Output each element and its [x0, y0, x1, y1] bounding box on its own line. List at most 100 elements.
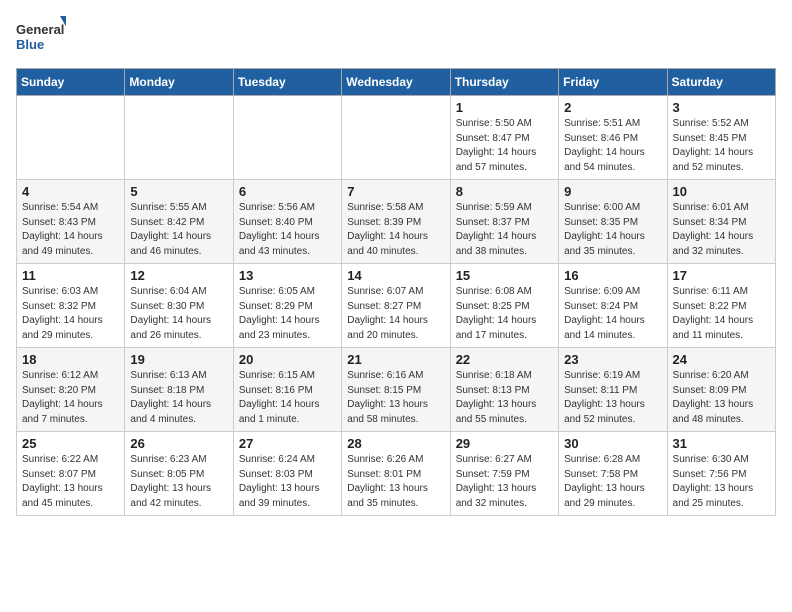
dow-header: Thursday — [450, 69, 558, 96]
calendar-cell: 5 Sunrise: 5:55 AM Sunset: 8:42 PM Daylig… — [125, 180, 233, 264]
calendar-cell: 8 Sunrise: 5:59 AM Sunset: 8:37 PM Daylig… — [450, 180, 558, 264]
day-number: 29 — [456, 436, 553, 451]
day-number: 27 — [239, 436, 336, 451]
day-number: 1 — [456, 100, 553, 115]
dow-header: Monday — [125, 69, 233, 96]
calendar-cell: 26 Sunrise: 6:23 AM Sunset: 8:05 PM Dayli… — [125, 432, 233, 516]
calendar-cell: 15 Sunrise: 6:08 AM Sunset: 8:25 PM Dayli… — [450, 264, 558, 348]
calendar-cell: 11 Sunrise: 6:03 AM Sunset: 8:32 PM Dayli… — [17, 264, 125, 348]
calendar-cell: 9Sunrise: 6:00 AM Sunset: 8:35 PM Daylig… — [559, 180, 667, 264]
day-info: Sunrise: 6:24 AM Sunset: 8:03 PM Dayligh… — [239, 453, 336, 511]
calendar-cell — [17, 96, 125, 180]
day-number: 8 — [456, 184, 553, 199]
calendar-cell: 10 Sunrise: 6:01 AM Sunset: 8:34 PM Dayli… — [667, 180, 775, 264]
calendar-cell: 24 Sunrise: 6:20 AM Sunset: 8:09 PM Dayli… — [667, 348, 775, 432]
day-number: 12 — [130, 268, 227, 283]
day-info: Sunrise: 6:26 AM Sunset: 8:01 PM Dayligh… — [347, 453, 444, 511]
calendar-cell: 16Sunrise: 6:09 AM Sunset: 8:24 PM Dayli… — [559, 264, 667, 348]
day-info: Sunrise: 6:28 AM Sunset: 7:58 PM Dayligh… — [564, 453, 661, 511]
page-header: General Blue — [16, 16, 776, 58]
calendar-cell: 31 Sunrise: 6:30 AM Sunset: 7:56 PM Dayli… — [667, 432, 775, 516]
day-info: Sunrise: 6:00 AM Sunset: 8:35 PM Dayligh… — [564, 201, 661, 259]
day-info: Sunrise: 5:59 AM Sunset: 8:37 PM Dayligh… — [456, 201, 553, 259]
day-info: Sunrise: 6:12 AM Sunset: 8:20 PM Dayligh… — [22, 369, 119, 427]
day-number: 30 — [564, 436, 661, 451]
day-info: Sunrise: 6:23 AM Sunset: 8:05 PM Dayligh… — [130, 453, 227, 511]
calendar-cell: 21Sunrise: 6:16 AM Sunset: 8:15 PM Dayli… — [342, 348, 450, 432]
day-info: Sunrise: 6:30 AM Sunset: 7:56 PM Dayligh… — [673, 453, 770, 511]
day-number: 31 — [673, 436, 770, 451]
day-number: 21 — [347, 352, 444, 367]
day-info: Sunrise: 5:52 AM Sunset: 8:45 PM Dayligh… — [673, 117, 770, 175]
day-info: Sunrise: 6:05 AM Sunset: 8:29 PM Dayligh… — [239, 285, 336, 343]
dow-header: Tuesday — [233, 69, 341, 96]
calendar-cell: 2 Sunrise: 5:51 AM Sunset: 8:46 PM Daylig… — [559, 96, 667, 180]
day-info: Sunrise: 6:15 AM Sunset: 8:16 PM Dayligh… — [239, 369, 336, 427]
day-number: 4 — [22, 184, 119, 199]
day-info: Sunrise: 6:09 AM Sunset: 8:24 PM Dayligh… — [564, 285, 661, 343]
svg-text:General: General — [16, 22, 64, 37]
day-info: Sunrise: 6:03 AM Sunset: 8:32 PM Dayligh… — [22, 285, 119, 343]
day-number: 25 — [22, 436, 119, 451]
calendar-cell: 17Sunrise: 6:11 AM Sunset: 8:22 PM Dayli… — [667, 264, 775, 348]
day-info: Sunrise: 6:13 AM Sunset: 8:18 PM Dayligh… — [130, 369, 227, 427]
calendar-cell: 6 Sunrise: 5:56 AM Sunset: 8:40 PM Daylig… — [233, 180, 341, 264]
day-number: 10 — [673, 184, 770, 199]
day-info: Sunrise: 5:54 AM Sunset: 8:43 PM Dayligh… — [22, 201, 119, 259]
calendar-cell: 20 Sunrise: 6:15 AM Sunset: 8:16 PM Dayli… — [233, 348, 341, 432]
svg-text:Blue: Blue — [16, 37, 44, 52]
day-info: Sunrise: 6:07 AM Sunset: 8:27 PM Dayligh… — [347, 285, 444, 343]
day-number: 2 — [564, 100, 661, 115]
day-number: 6 — [239, 184, 336, 199]
day-info: Sunrise: 5:50 AM Sunset: 8:47 PM Dayligh… — [456, 117, 553, 175]
dow-header: Friday — [559, 69, 667, 96]
logo-svg: General Blue — [16, 16, 66, 58]
day-info: Sunrise: 6:18 AM Sunset: 8:13 PM Dayligh… — [456, 369, 553, 427]
day-info: Sunrise: 6:08 AM Sunset: 8:25 PM Dayligh… — [456, 285, 553, 343]
day-number: 13 — [239, 268, 336, 283]
calendar-cell: 30 Sunrise: 6:28 AM Sunset: 7:58 PM Dayli… — [559, 432, 667, 516]
calendar-cell: 14 Sunrise: 6:07 AM Sunset: 8:27 PM Dayli… — [342, 264, 450, 348]
calendar-cell — [342, 96, 450, 180]
day-number: 14 — [347, 268, 444, 283]
calendar-cell: 28 Sunrise: 6:26 AM Sunset: 8:01 PM Dayli… — [342, 432, 450, 516]
day-info: Sunrise: 6:20 AM Sunset: 8:09 PM Dayligh… — [673, 369, 770, 427]
day-number: 19 — [130, 352, 227, 367]
calendar-table: SundayMondayTuesdayWednesdayThursdayFrid… — [16, 68, 776, 516]
day-number: 23 — [564, 352, 661, 367]
dow-header: Sunday — [17, 69, 125, 96]
day-number: 11 — [22, 268, 119, 283]
day-number: 24 — [673, 352, 770, 367]
day-info: Sunrise: 6:04 AM Sunset: 8:30 PM Dayligh… — [130, 285, 227, 343]
day-number: 5 — [130, 184, 227, 199]
calendar-cell: 12 Sunrise: 6:04 AM Sunset: 8:30 PM Dayli… — [125, 264, 233, 348]
calendar-cell: 23 Sunrise: 6:19 AM Sunset: 8:11 PM Dayli… — [559, 348, 667, 432]
calendar-cell: 19 Sunrise: 6:13 AM Sunset: 8:18 PM Dayli… — [125, 348, 233, 432]
day-info: Sunrise: 5:56 AM Sunset: 8:40 PM Dayligh… — [239, 201, 336, 259]
day-number: 18 — [22, 352, 119, 367]
calendar-cell: 13 Sunrise: 6:05 AM Sunset: 8:29 PM Dayli… — [233, 264, 341, 348]
day-number: 26 — [130, 436, 227, 451]
day-number: 28 — [347, 436, 444, 451]
calendar-cell: 18 Sunrise: 6:12 AM Sunset: 8:20 PM Dayli… — [17, 348, 125, 432]
day-info: Sunrise: 5:55 AM Sunset: 8:42 PM Dayligh… — [130, 201, 227, 259]
day-number: 17 — [673, 268, 770, 283]
day-info: Sunrise: 5:58 AM Sunset: 8:39 PM Dayligh… — [347, 201, 444, 259]
calendar-cell: 27 Sunrise: 6:24 AM Sunset: 8:03 PM Dayli… — [233, 432, 341, 516]
calendar-cell: 25Sunrise: 6:22 AM Sunset: 8:07 PM Dayli… — [17, 432, 125, 516]
calendar-cell — [233, 96, 341, 180]
day-info: Sunrise: 6:01 AM Sunset: 8:34 PM Dayligh… — [673, 201, 770, 259]
logo: General Blue — [16, 16, 66, 58]
day-number: 7 — [347, 184, 444, 199]
calendar-cell: 7 Sunrise: 5:58 AM Sunset: 8:39 PM Daylig… — [342, 180, 450, 264]
day-info: Sunrise: 6:19 AM Sunset: 8:11 PM Dayligh… — [564, 369, 661, 427]
calendar-cell: 22 Sunrise: 6:18 AM Sunset: 8:13 PM Dayli… — [450, 348, 558, 432]
day-number: 15 — [456, 268, 553, 283]
day-number: 20 — [239, 352, 336, 367]
day-number: 22 — [456, 352, 553, 367]
day-info: Sunrise: 5:51 AM Sunset: 8:46 PM Dayligh… — [564, 117, 661, 175]
calendar-cell: 1 Sunrise: 5:50 AM Sunset: 8:47 PM Daylig… — [450, 96, 558, 180]
calendar-cell: 29Sunrise: 6:27 AM Sunset: 7:59 PM Dayli… — [450, 432, 558, 516]
dow-header: Wednesday — [342, 69, 450, 96]
dow-header: Saturday — [667, 69, 775, 96]
